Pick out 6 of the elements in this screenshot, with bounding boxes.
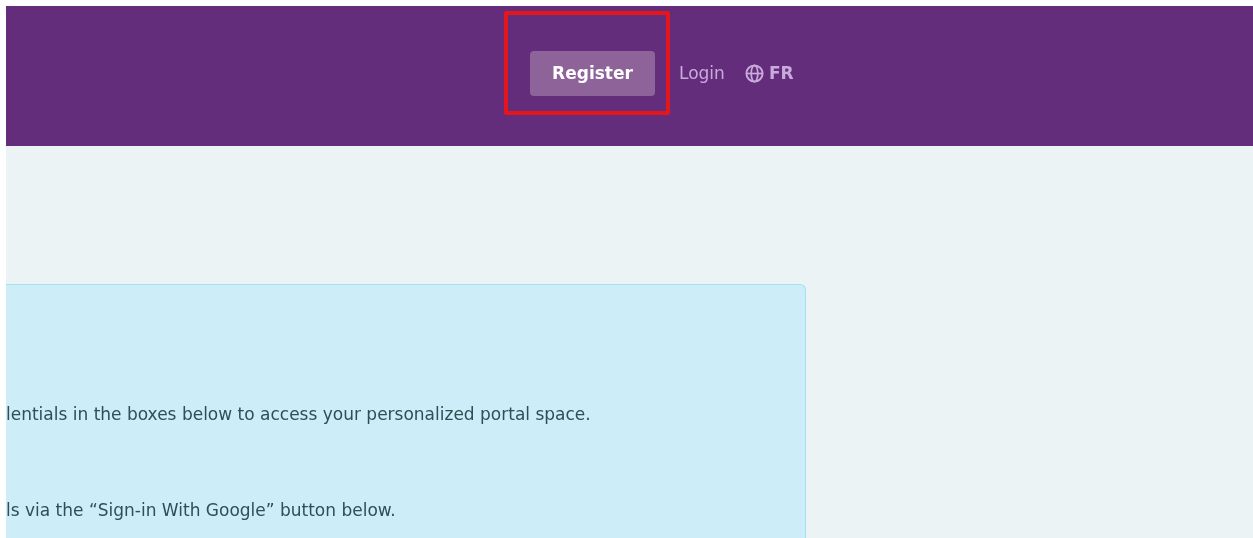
globe-icon — [744, 63, 764, 83]
info-text: lentials in the boxes below to access your personalized portal space. — [6, 403, 592, 425]
info-text: ls via the “Sign-in With Google” button below. — [6, 499, 397, 521]
login-link[interactable]: Login — [679, 63, 725, 83]
language-link[interactable]: FR — [744, 63, 794, 83]
register-button[interactable]: Register — [530, 50, 655, 96]
